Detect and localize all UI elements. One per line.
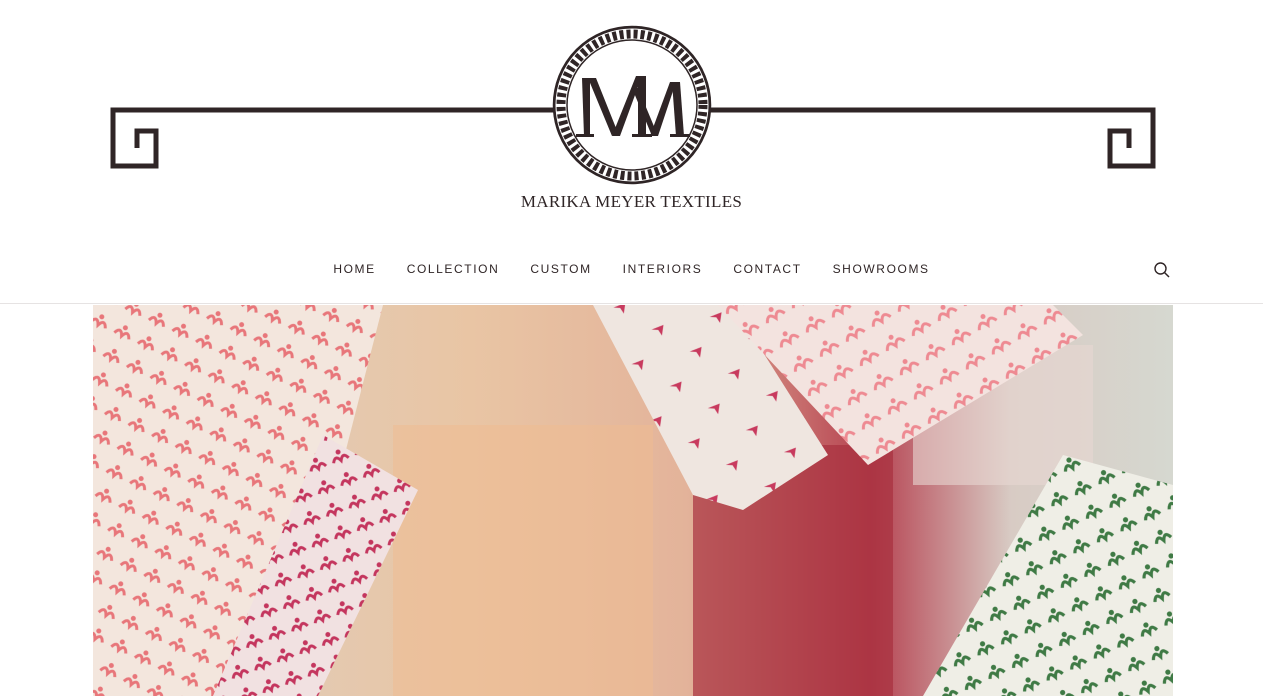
hero-image bbox=[93, 305, 1173, 696]
greek-key-ornament-right bbox=[706, 107, 1156, 169]
nav-item-interiors[interactable]: INTERIORS bbox=[623, 262, 703, 276]
brand-name[interactable]: MARIKA MEYER TEXTILES bbox=[0, 192, 1263, 212]
nav-item-contact[interactable]: CONTACT bbox=[733, 262, 801, 276]
header-divider bbox=[0, 303, 1263, 304]
monogram-medallion bbox=[552, 25, 712, 185]
site-header: MARIKA MEYER TEXTILES HOME COLLECTION CU… bbox=[0, 0, 1263, 304]
nav-item-collection[interactable]: COLLECTION bbox=[407, 262, 500, 276]
search-icon bbox=[1154, 262, 1170, 278]
main-nav: HOME COLLECTION CUSTOM INTERIORS CONTACT… bbox=[0, 262, 1263, 276]
nav-item-custom[interactable]: CUSTOM bbox=[530, 262, 591, 276]
nav-item-home[interactable]: HOME bbox=[333, 262, 375, 276]
greek-key-ornament-left bbox=[110, 107, 558, 169]
search-button[interactable] bbox=[1152, 260, 1172, 280]
fabric-swatches-image bbox=[93, 305, 1173, 696]
nav-item-showrooms[interactable]: SHOWROOMS bbox=[833, 262, 930, 276]
